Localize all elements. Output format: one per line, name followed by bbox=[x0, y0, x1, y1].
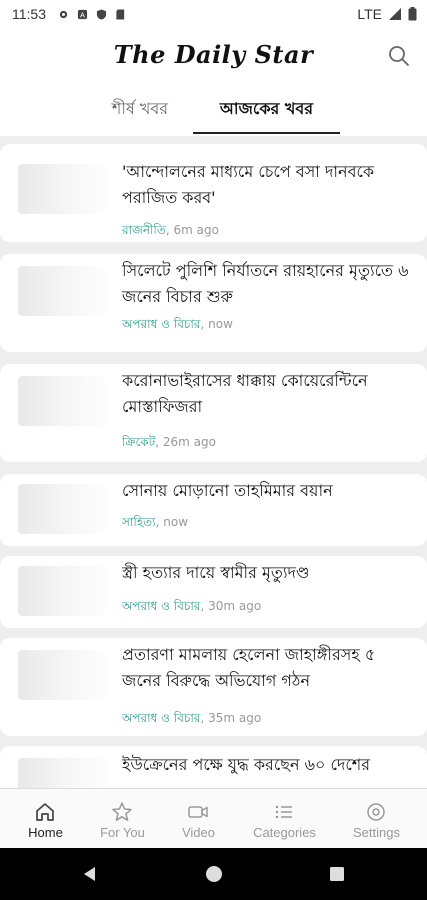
signal-icon bbox=[389, 8, 401, 20]
article-meta: অপরাধ ও বিচার, now bbox=[122, 317, 233, 331]
nav-label[interactable]: Settings bbox=[334, 825, 419, 840]
article-time: 26m ago bbox=[162, 435, 216, 449]
article-time: 30m ago bbox=[208, 599, 262, 613]
nav-video[interactable]: Video bbox=[156, 789, 241, 849]
article-card[interactable]: করোনাভাইরাসের ধাক্কায় কোয়েরেন্টিনে মোস… bbox=[0, 364, 427, 462]
article-category[interactable]: সাহিত্য bbox=[122, 515, 156, 529]
article-card[interactable]: 'আন্দোলনের মাধ্যমে চেপে বসা দানবকে পরাজি… bbox=[0, 144, 427, 242]
search-icon[interactable] bbox=[387, 44, 411, 68]
home-circle-icon[interactable] bbox=[204, 864, 224, 884]
article-meta: রাজনীতি, 6m ago bbox=[122, 223, 219, 237]
news-feed[interactable]: 'আন্দোলনের মাধ্যমে চেপে বসা দানবকে পরাজি… bbox=[0, 136, 427, 788]
article-title[interactable]: করোনাভাইরাসের ধাক্কায় কোয়েরেন্টিনে মোস… bbox=[122, 368, 413, 420]
article-card[interactable]: স্ত্রী হত্যার দায়ে স্বামীর মৃত্যুদণ্ড অ… bbox=[0, 556, 427, 628]
svg-text:A: A bbox=[80, 10, 85, 19]
bottom-navigation: Home For You Video Categories Settings bbox=[0, 788, 427, 848]
article-card[interactable]: প্রতারণা মামলায় হেলেনা জাহাঙ্গীরসহ ৫ জন… bbox=[0, 638, 427, 736]
article-thumbnail[interactable] bbox=[18, 566, 106, 616]
nav-categories[interactable]: Categories bbox=[242, 789, 327, 849]
notification-a-icon: A bbox=[77, 9, 88, 19]
tab-todays-news[interactable]: আজকের খবর bbox=[193, 96, 340, 134]
article-category[interactable]: রাজনীতি bbox=[122, 223, 166, 237]
article-time: 35m ago bbox=[208, 711, 262, 725]
network-type: LTE bbox=[357, 6, 382, 22]
battery-icon bbox=[408, 7, 417, 21]
nav-home[interactable]: Home bbox=[3, 789, 88, 849]
article-title[interactable]: স্ত্রী হত্যার দায়ে স্বামীর মৃত্যুদণ্ড bbox=[122, 560, 413, 586]
article-meta: ক্রিকেট, 26m ago bbox=[122, 435, 216, 449]
nav-label[interactable]: For You bbox=[80, 825, 165, 840]
shield-icon bbox=[96, 8, 107, 20]
tab-top-news[interactable]: শীর্ষ খবর bbox=[90, 96, 190, 134]
article-category[interactable]: অপরাধ ও বিচার bbox=[122, 317, 200, 331]
settings-icon[interactable] bbox=[365, 801, 387, 823]
article-meta: সাহিত্য, now bbox=[122, 515, 189, 529]
article-category[interactable]: অপরাধ ও বিচার bbox=[122, 711, 200, 725]
nav-label[interactable]: Home bbox=[3, 825, 88, 840]
article-card[interactable]: সিলেটে পুলিশি নির্যাতনে রায়হানের মৃত্যু… bbox=[0, 254, 427, 352]
status-bar: 11:53 A LTE bbox=[0, 0, 427, 28]
logo: The Daily Star bbox=[113, 40, 314, 69]
article-thumbnail[interactable] bbox=[18, 758, 106, 788]
article-title[interactable]: প্রতারণা মামলায় হেলেনা জাহাঙ্গীরসহ ৫ জন… bbox=[122, 642, 413, 694]
article-title[interactable]: ইউক্রেনের পক্ষে যুদ্ধ করছেন ৬০ দেশের bbox=[122, 752, 413, 778]
article-thumbnail[interactable] bbox=[18, 376, 106, 426]
article-thumbnail[interactable] bbox=[18, 164, 106, 214]
list-icon[interactable] bbox=[273, 801, 295, 823]
recents-icon[interactable] bbox=[327, 864, 347, 884]
sd-card-icon bbox=[116, 8, 125, 20]
system-navigation-bar bbox=[0, 848, 427, 900]
article-title[interactable]: সিলেটে পুলিশি নির্যাতনে রায়হানের মৃত্যু… bbox=[122, 258, 413, 310]
back-icon[interactable] bbox=[80, 864, 100, 884]
settings-gear-icon bbox=[59, 10, 68, 18]
status-time: 11:53 bbox=[12, 6, 46, 22]
article-title[interactable]: সোনায় মোড়ানো তাহমিমার বয়ান bbox=[122, 478, 413, 504]
article-thumbnail[interactable] bbox=[18, 650, 106, 700]
nav-for-you[interactable]: For You bbox=[80, 789, 165, 849]
nav-settings[interactable]: Settings bbox=[334, 789, 419, 849]
article-card[interactable]: ইউক্রেনের পক্ষে যুদ্ধ করছেন ৬০ দেশের bbox=[0, 746, 427, 788]
article-time: 6m ago bbox=[173, 223, 219, 237]
app-header: The Daily Star bbox=[0, 28, 427, 84]
nav-label[interactable]: Video bbox=[156, 825, 241, 840]
home-icon[interactable] bbox=[34, 801, 56, 823]
article-category[interactable]: ক্রিকেট bbox=[122, 435, 155, 449]
tab-bar: শীর্ষ খবর আজকের খবর bbox=[0, 84, 427, 134]
article-time: now bbox=[208, 317, 233, 331]
article-thumbnail[interactable] bbox=[18, 266, 106, 316]
nav-label[interactable]: Categories bbox=[242, 825, 327, 840]
video-camera-icon[interactable] bbox=[187, 801, 209, 823]
article-meta: অপরাধ ও বিচার, 35m ago bbox=[122, 711, 262, 725]
article-time: now bbox=[163, 515, 189, 529]
article-category[interactable]: অপরাধ ও বিচার bbox=[122, 599, 200, 613]
article-meta: অপরাধ ও বিচার, 30m ago bbox=[122, 599, 262, 613]
article-thumbnail[interactable] bbox=[18, 484, 106, 534]
star-icon[interactable] bbox=[111, 801, 133, 823]
article-card[interactable]: সোনায় মোড়ানো তাহমিমার বয়ান সাহিত্য, n… bbox=[0, 474, 427, 546]
article-title[interactable]: 'আন্দোলনের মাধ্যমে চেপে বসা দানবকে পরাজি… bbox=[122, 159, 413, 211]
